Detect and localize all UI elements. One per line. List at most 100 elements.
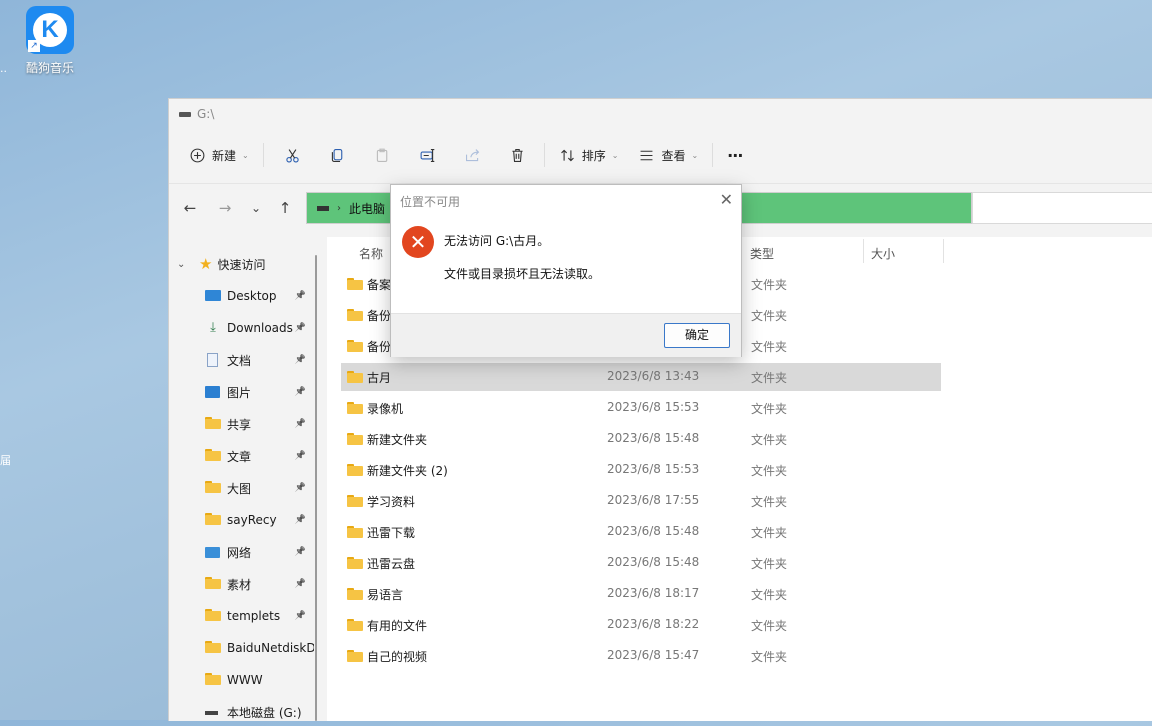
pin-icon: 📌 [294, 547, 306, 557]
search-box[interactable] [972, 192, 1152, 224]
desktop-shortcut-kugou[interactable]: K ↗ 酷狗音乐 [18, 6, 82, 76]
sidebar-item[interactable]: 网络 📌 [169, 538, 314, 566]
shortcut-arrow-icon: ↗ [28, 40, 40, 52]
sidebar-item-label: Downloads [227, 321, 293, 335]
navigation-pane-scrollbar[interactable] [315, 255, 317, 721]
file-row[interactable]: 新建文件夹 2023/6/8 15:48 文件夹 [341, 425, 941, 453]
sort-button[interactable]: 排序 ⌄ [551, 139, 627, 171]
breadcrumb-this-pc[interactable]: 此电脑 [349, 200, 385, 217]
file-row[interactable]: 有用的文件 2023/6/8 18:22 文件夹 [341, 611, 941, 639]
pin-icon: 📌 [294, 419, 306, 429]
more-options-button[interactable]: ··· [719, 139, 750, 171]
sidebar-item[interactable]: WWW [169, 666, 314, 694]
copy-button[interactable] [321, 139, 354, 171]
title-bar[interactable]: G:\ [169, 99, 1152, 129]
sidebar-item[interactable]: Desktop 📌 [169, 282, 314, 310]
folder-icon [205, 641, 221, 655]
sidebar-item[interactable]: 本地磁盘 (G:) [169, 698, 314, 726]
sidebar-item[interactable]: 共享 📌 [169, 410, 314, 438]
file-name: 学习资料 [367, 495, 416, 509]
sidebar-item-label: 文档 [227, 353, 252, 368]
file-row[interactable]: 新建文件夹 (2) 2023/6/8 15:53 文件夹 [341, 456, 941, 484]
file-date: 2023/6/8 15:47 [607, 648, 700, 662]
recent-locations-icon[interactable]: ⌄ [245, 197, 267, 219]
trash-icon [512, 148, 523, 162]
file-date: 2023/6/8 13:43 [607, 369, 700, 383]
file-date: 2023/6/8 15:48 [607, 555, 700, 569]
file-row[interactable]: 学习资料 2023/6/8 17:55 文件夹 [341, 487, 941, 515]
file-name: 迅雷云盘 [367, 557, 416, 571]
file-name: 录像机 [367, 402, 404, 416]
view-list-icon [640, 150, 653, 160]
file-type: 文件夹 [751, 650, 788, 664]
share-button[interactable] [456, 139, 489, 171]
file-row[interactable]: 迅雷云盘 2023/6/8 15:48 文件夹 [341, 549, 941, 577]
sidebar-item[interactable]: 文档 📌 [169, 346, 314, 374]
folder-icon [205, 481, 221, 495]
sidebar-item-label: 共享 [227, 417, 252, 432]
file-date: 2023/6/8 15:48 [607, 431, 700, 445]
file-row[interactable]: 自己的视频 2023/6/8 15:47 文件夹 [341, 642, 941, 670]
close-icon[interactable]: ✕ [720, 190, 733, 209]
navigation-pane: ⌄ ★ 快速访问 Desktop 📌 ⤓ Downloads 📌 文档 📌 图片 📌 共享 📌 文章 📌… [169, 239, 314, 721]
file-name: 备份 [367, 340, 392, 354]
desktop-edge-text-2: 届 [0, 454, 11, 467]
sidebar-item[interactable]: 大图 📌 [169, 474, 314, 502]
folder-icon [347, 495, 363, 507]
paste-icon [376, 148, 388, 162]
sidebar-item-label: WWW [227, 673, 263, 687]
column-divider[interactable] [863, 239, 864, 263]
column-header-type[interactable]: 类型 [750, 245, 774, 262]
sidebar-item[interactable]: 素材 📌 [169, 570, 314, 598]
sidebar-item[interactable]: sayRecy 📌 [169, 506, 314, 534]
file-row[interactable]: 古月 2023/6/8 13:43 文件夹 [341, 363, 941, 391]
rename-button[interactable] [411, 139, 444, 171]
new-button[interactable]: 新建 ⌄ [181, 139, 257, 171]
folder-icon [205, 609, 221, 623]
error-detail: 文件或目录损坏且无法读取。 [444, 267, 601, 281]
dialog-footer: 确定 [391, 313, 741, 357]
pin-icon: 📌 [294, 387, 306, 397]
column-header-size[interactable]: 大小 [871, 245, 895, 262]
error-icon: ✕ [402, 226, 434, 258]
sidebar-item[interactable]: ⤓ Downloads 📌 [169, 314, 314, 342]
folder-icon [347, 278, 363, 290]
sidebar-item[interactable]: 文章 📌 [169, 442, 314, 470]
file-row[interactable]: 录像机 2023/6/8 15:53 文件夹 [341, 394, 941, 422]
sidebar-item-label: 大图 [227, 481, 252, 496]
drive-icon [205, 705, 221, 719]
file-row[interactable]: 易语言 2023/6/8 18:17 文件夹 [341, 580, 941, 608]
sidebar-item[interactable]: templets 📌 [169, 602, 314, 630]
delete-button[interactable] [501, 139, 534, 171]
file-name: 新建文件夹 [367, 433, 428, 447]
folder-icon [205, 673, 221, 687]
toolbar-divider [543, 143, 545, 167]
star-icon: ★ [199, 255, 213, 273]
file-name: 有用的文件 [367, 619, 428, 633]
column-header-name[interactable]: 名称 [359, 245, 383, 262]
dialog-title: 位置不可用 [400, 195, 461, 209]
file-type: 文件夹 [751, 278, 788, 292]
picture-icon [205, 385, 221, 399]
file-row[interactable]: 迅雷下载 2023/6/8 15:48 文件夹 [341, 518, 941, 546]
forward-arrow-icon[interactable]: → [214, 197, 236, 219]
sidebar-item[interactable]: 图片 📌 [169, 378, 314, 406]
file-type: 文件夹 [751, 619, 788, 633]
back-arrow-icon[interactable]: ← [179, 197, 201, 219]
column-divider[interactable] [943, 239, 944, 263]
sidebar-item-label: sayRecy [227, 513, 277, 527]
scissors-icon [286, 148, 299, 163]
view-button[interactable]: 查看 ⌄ [630, 139, 706, 171]
folder-icon [205, 577, 221, 591]
sidebar-item-quick-access[interactable]: ⌄ ★ 快速访问 [169, 250, 314, 278]
sidebar-item-label: 素材 [227, 577, 252, 592]
file-name: 古月 [367, 371, 392, 385]
paste-button[interactable] [366, 139, 399, 171]
up-arrow-icon[interactable]: ↑ [274, 197, 296, 219]
sidebar-item-label: templets [227, 609, 281, 623]
sidebar-item[interactable]: BaiduNetdiskD [169, 634, 314, 662]
rename-icon [420, 148, 435, 162]
folder-icon [347, 433, 363, 445]
ok-button[interactable]: 确定 [664, 323, 730, 348]
cut-button[interactable] [276, 139, 309, 171]
